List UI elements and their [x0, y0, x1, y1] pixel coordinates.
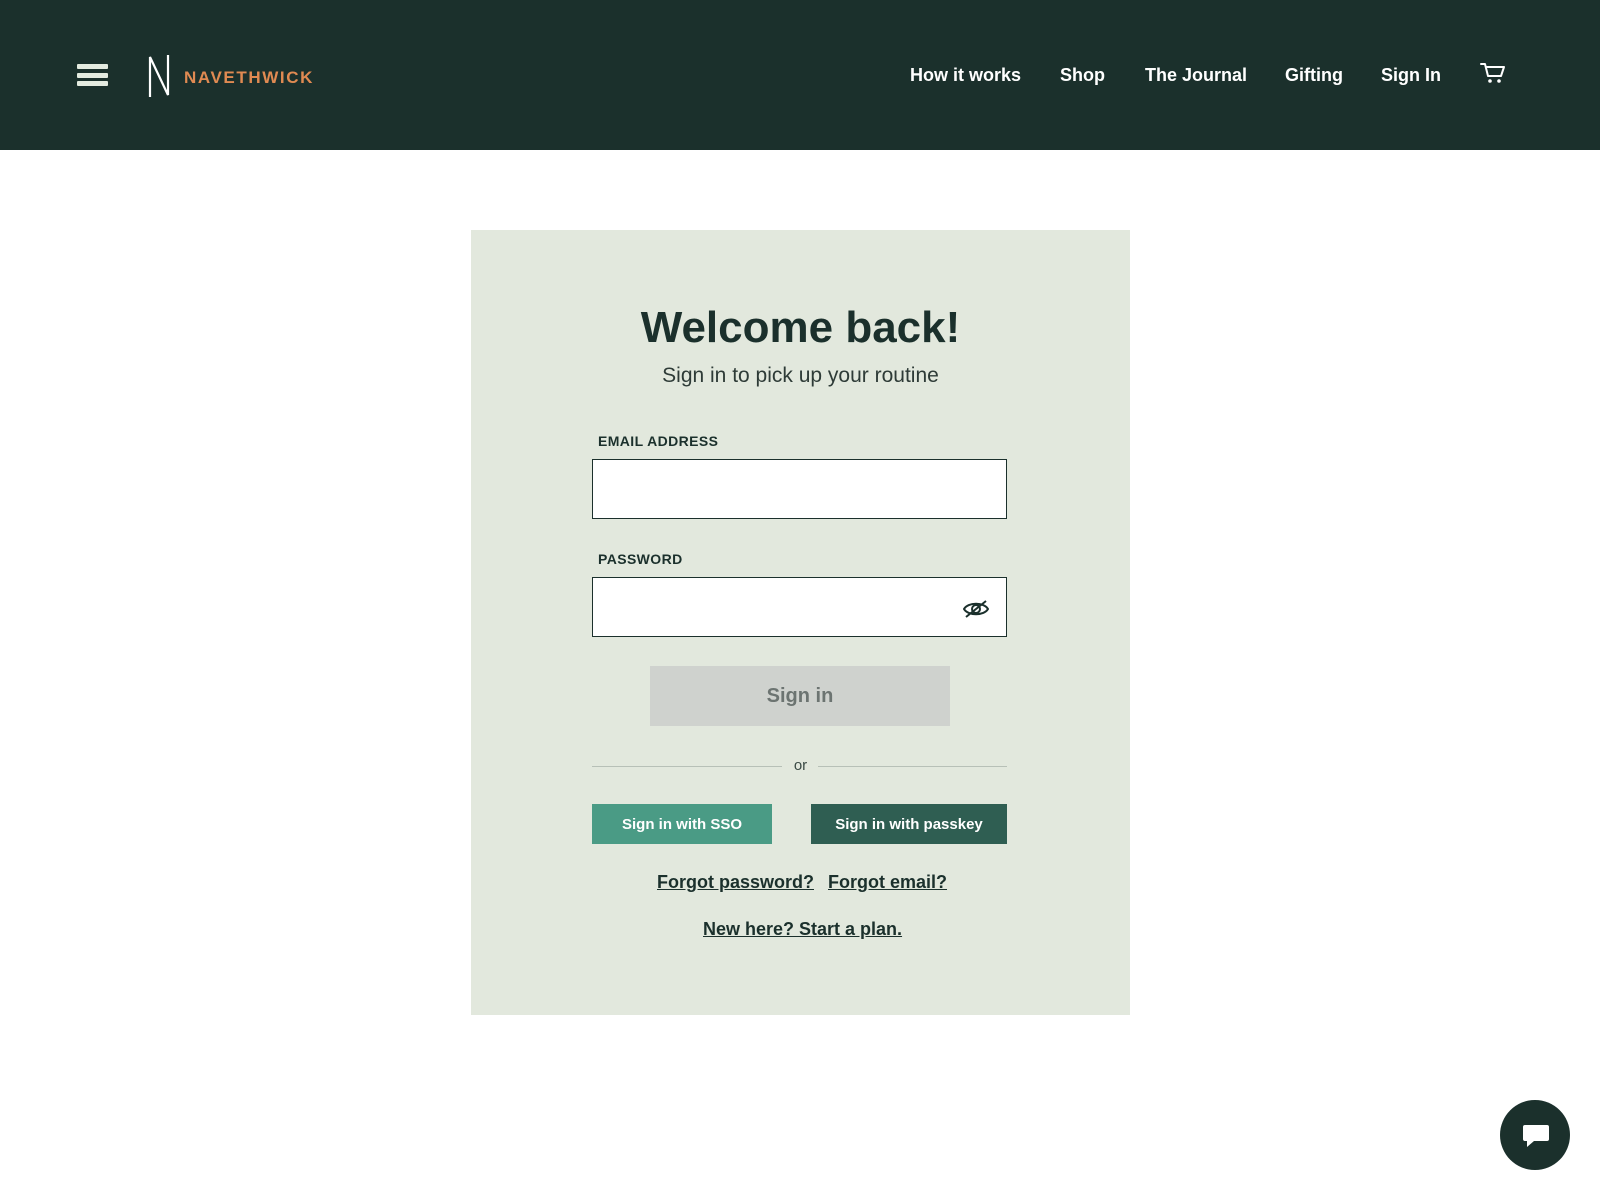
- cart-icon[interactable]: [1480, 62, 1506, 84]
- main-nav: How it works Shop The Journal Gifting Si…: [0, 62, 1600, 88]
- sign-in-sso-button[interactable]: Sign in with SSO: [592, 804, 772, 844]
- password-input[interactable]: [592, 577, 1007, 637]
- sign-in-button[interactable]: Sign in: [650, 666, 950, 726]
- top-navigation-bar: NAVETHWICK How it works Shop The Journal…: [0, 0, 1600, 150]
- page-subtitle: Sign in to pick up your routine: [662, 364, 939, 387]
- nav-sign-in[interactable]: Sign In: [1381, 62, 1441, 88]
- nav-the-journal[interactable]: The Journal: [1145, 62, 1247, 88]
- sign-in-passkey-button[interactable]: Sign in with passkey: [811, 804, 1007, 844]
- chat-bubble-icon: [1523, 1125, 1549, 1147]
- divider-right: [818, 766, 1007, 767]
- nav-how-it-works[interactable]: How it works: [910, 62, 1021, 88]
- sign-in-card: Welcome back! Sign in to pick up your ro…: [471, 230, 1130, 1015]
- password-label: PASSWORD: [598, 551, 683, 567]
- nav-gifting[interactable]: Gifting: [1285, 62, 1343, 88]
- divider-or-text: or: [793, 757, 808, 774]
- forgot-email-link[interactable]: Forgot email?: [828, 870, 947, 894]
- page-title: Welcome back!: [640, 303, 961, 352]
- email-label: EMAIL ADDRESS: [598, 433, 719, 449]
- start-plan-link[interactable]: New here? Start a plan.: [703, 917, 902, 941]
- chat-launcher-button[interactable]: [1500, 1100, 1570, 1170]
- forgot-password-link[interactable]: Forgot password?: [657, 870, 814, 894]
- nav-shop[interactable]: Shop: [1060, 62, 1105, 88]
- eye-slash-icon[interactable]: [962, 598, 990, 620]
- email-input[interactable]: [592, 459, 1007, 519]
